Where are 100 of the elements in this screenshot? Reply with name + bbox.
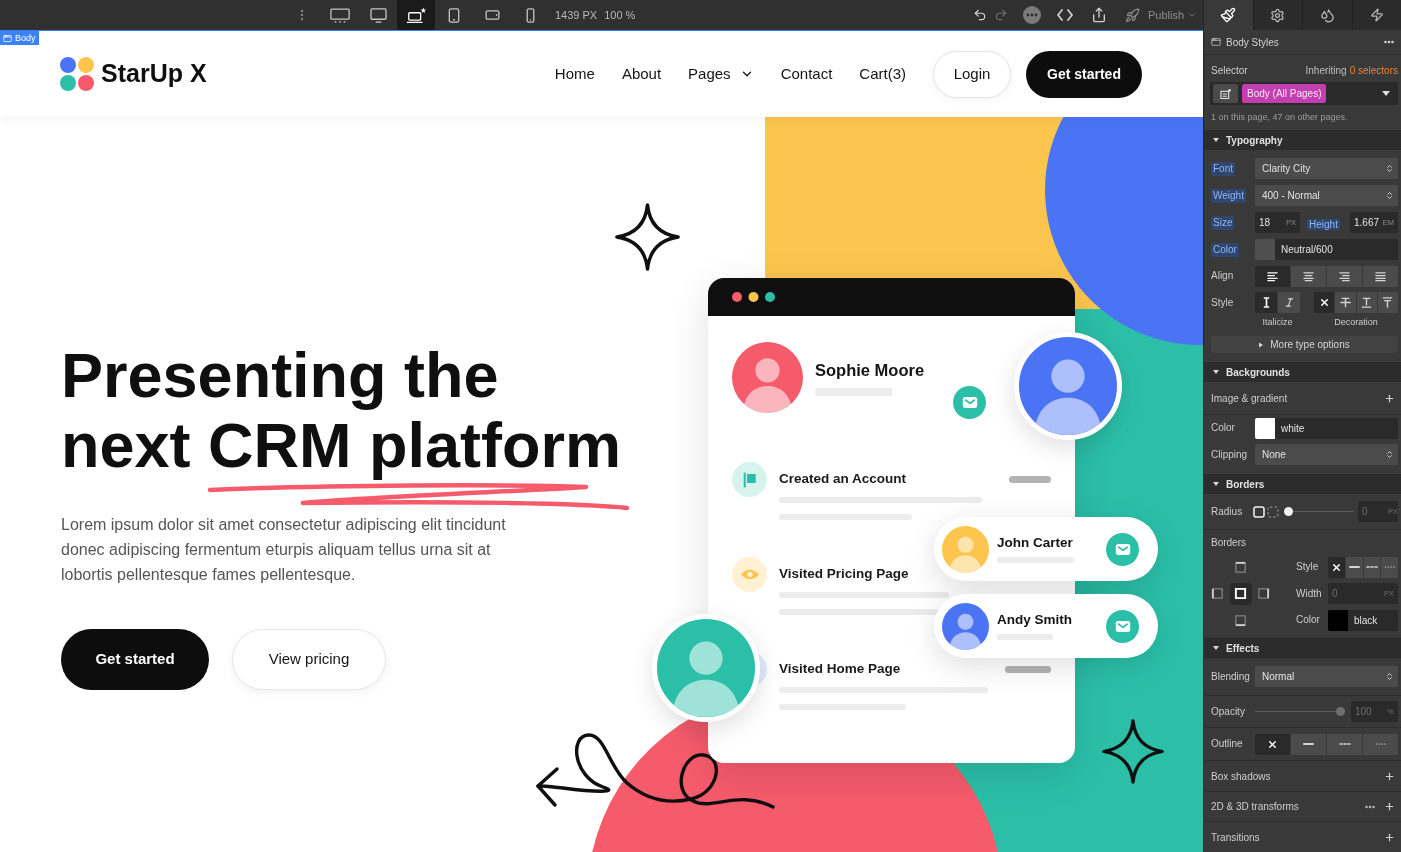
outline-style-button[interactable] (1255, 733, 1290, 755)
decoration-button[interactable] (1377, 292, 1398, 313)
undo-icon[interactable] (972, 8, 987, 22)
solid-line-icon (1348, 565, 1360, 569)
redo-icon[interactable] (993, 8, 1008, 22)
swatch-icon[interactable] (1255, 239, 1275, 260)
logo-icon[interactable] (60, 57, 94, 91)
border-bottom-icon[interactable] (1234, 613, 1247, 627)
field-label: Transitions (1211, 830, 1260, 845)
selector-tag[interactable]: Body (All Pages) (1242, 84, 1327, 103)
close-icon (1318, 297, 1330, 308)
page-settings-icon[interactable] (1213, 84, 1238, 103)
field-label: Weight (1211, 188, 1246, 203)
border-top-icon[interactable] (1234, 560, 1247, 574)
align-button[interactable] (1291, 265, 1326, 287)
align-button[interactable] (1255, 265, 1290, 287)
plus-icon[interactable] (1384, 831, 1395, 843)
border-color-field[interactable]: black (1328, 609, 1398, 631)
square-icon[interactable] (1253, 505, 1265, 518)
border-left-icon[interactable] (1211, 587, 1224, 600)
field-label: Clipping (1211, 447, 1248, 462)
border-style-button[interactable] (1328, 556, 1345, 578)
nav-link[interactable]: Contact (780, 62, 833, 86)
value-input[interactable]: 100 (1355, 704, 1379, 719)
caption-label: Italicize (1262, 316, 1293, 330)
hero-heading: Presenting the next CRM platform (61, 340, 620, 480)
section-header[interactable]: Backgrounds (1204, 362, 1401, 382)
decoration-button[interactable] (1356, 292, 1377, 313)
more-type-options-button[interactable]: More type options (1211, 336, 1398, 353)
selector-field[interactable]: Body (All Pages) (1210, 82, 1398, 105)
field-label: Font (1211, 161, 1235, 176)
plus-icon[interactable] (1384, 801, 1395, 812)
text-color-field[interactable]: Neutral/600 (1255, 239, 1398, 260)
get-started-button[interactable]: Get started (1026, 50, 1142, 98)
border-style-button[interactable] (1345, 556, 1363, 578)
decoration-button[interactable] (1314, 292, 1335, 313)
font-select[interactable]: Clarity City (1255, 158, 1398, 179)
field-label: 2D & 3D transforms (1211, 800, 1299, 814)
more-options-icon[interactable] (1022, 6, 1041, 24)
section-header[interactable]: Typography (1204, 130, 1401, 150)
align-button[interactable] (1327, 265, 1362, 287)
decoration-button[interactable] (1335, 292, 1356, 313)
element-tag[interactable]: Body (0, 31, 39, 45)
contact-name: Sophie Moore (815, 359, 925, 380)
close-icon (1330, 561, 1342, 573)
slider-thumb[interactable] (1284, 507, 1293, 516)
border-all-icon (1234, 587, 1247, 600)
outline-style-button[interactable] (1327, 733, 1362, 755)
panel-tab[interactable] (1351, 0, 1401, 30)
field-label: Color (1211, 242, 1239, 257)
clipping-select[interactable]: None (1255, 444, 1398, 465)
border-right-icon[interactable] (1257, 587, 1270, 600)
window-dots-drawing (732, 292, 775, 302)
swatch-icon[interactable] (1255, 417, 1275, 439)
publish-button[interactable]: Publish (1124, 6, 1197, 24)
panel-tab[interactable] (1302, 0, 1352, 30)
background-color-field[interactable]: white (1255, 417, 1398, 439)
slider-thumb[interactable] (1336, 707, 1345, 716)
field-label: Size (1211, 215, 1235, 230)
updown-icon (1385, 191, 1394, 200)
border-side-button[interactable] (1229, 582, 1252, 605)
section-header[interactable]: Effects (1204, 638, 1401, 658)
contact-name: Andy Smith (997, 612, 1073, 628)
caret-down-icon (1213, 137, 1219, 143)
italic-toggle-button[interactable] (1278, 292, 1300, 313)
view-pricing-button[interactable]: View pricing (232, 629, 386, 690)
inherited-selectors-link[interactable]: 0 selectors (1349, 62, 1398, 78)
phone-icon (525, 7, 535, 23)
radius-slider[interactable] (1284, 507, 1354, 516)
opacity-slider[interactable] (1255, 707, 1345, 716)
panel-title: Body Styles (1226, 35, 1279, 50)
activity-title: Visited Home Page (779, 660, 901, 679)
contact-name: John Carter (997, 535, 1074, 551)
section-header[interactable]: Borders (1204, 474, 1401, 494)
swatch-icon[interactable] (1328, 609, 1348, 631)
panel-tab[interactable] (1252, 0, 1302, 30)
monitor-icon (369, 7, 387, 23)
nav-link[interactable]: About (621, 62, 662, 86)
login-button[interactable]: Login (933, 50, 1011, 98)
plus-icon[interactable] (1384, 770, 1395, 782)
text-cursor-icon (1261, 297, 1271, 308)
outline-style-button[interactable] (1291, 733, 1326, 755)
blending-select[interactable]: Normal (1255, 666, 1398, 687)
strikethrough-icon (1339, 297, 1351, 308)
code-icon[interactable] (1056, 9, 1073, 21)
align-button[interactable] (1363, 265, 1398, 287)
brand-name[interactable]: StarUp X (101, 55, 207, 93)
dotted-line-icon (1374, 742, 1387, 746)
nav-link[interactable]: Pages (688, 62, 754, 86)
nav-link[interactable]: Home (554, 62, 595, 86)
caption-label: Decoration (1334, 316, 1378, 330)
device-button[interactable] (397, 0, 435, 30)
italic-toggle-button[interactable] (1255, 292, 1277, 313)
plus-icon[interactable] (1384, 392, 1395, 404)
nav-link[interactable]: Cart(3) (859, 62, 906, 86)
share-icon[interactable] (1090, 7, 1107, 23)
get-started-button[interactable]: Get started (61, 629, 209, 690)
align-justify-icon (1375, 270, 1386, 282)
weight-select[interactable]: 400 - Normal (1255, 185, 1398, 206)
caret-down-icon[interactable] (1382, 91, 1390, 96)
